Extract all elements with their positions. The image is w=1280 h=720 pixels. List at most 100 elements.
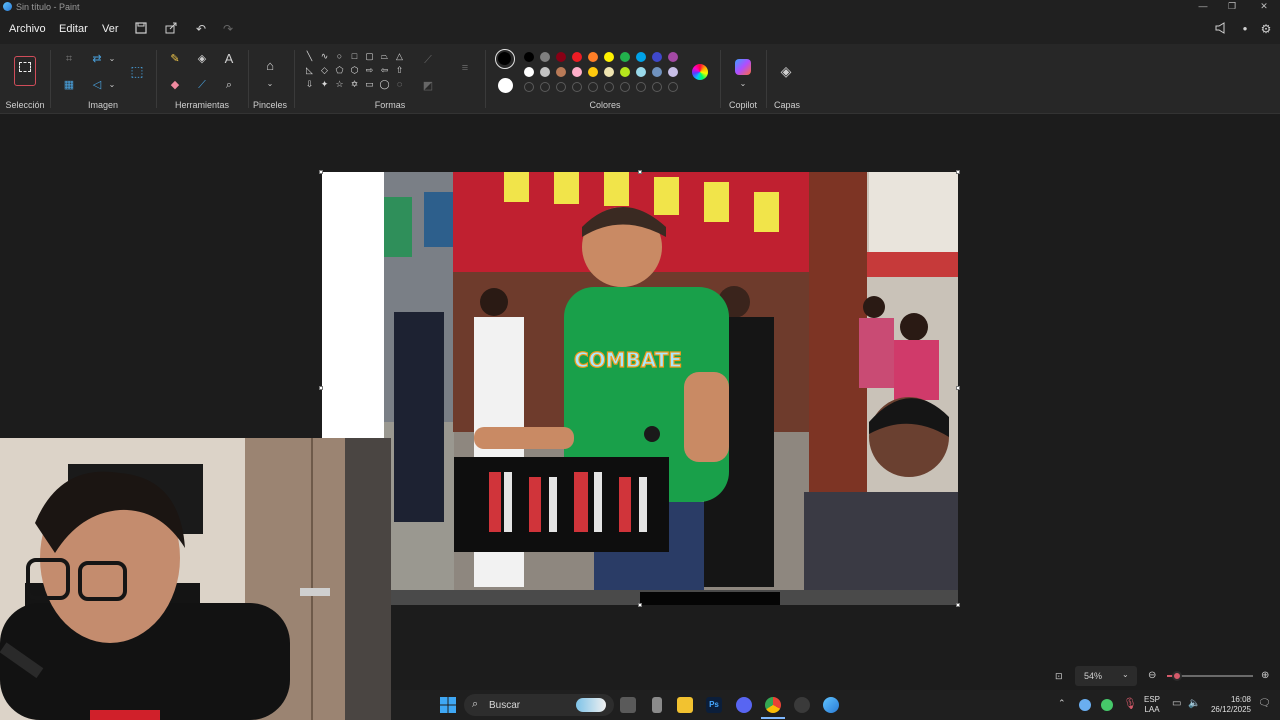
outline-icon[interactable]: ⟋ — [420, 52, 436, 68]
canvas-white-area[interactable] — [322, 172, 384, 438]
resize-handle-bottom-right[interactable] — [956, 603, 960, 607]
triangle-shape-icon[interactable]: △ — [394, 51, 405, 62]
undo-icon[interactable]: ↶ — [194, 22, 208, 36]
arrow-down-shape-icon[interactable]: ⇩ — [304, 79, 315, 90]
custom-color-slot[interactable] — [668, 82, 678, 92]
palette-color-swatch[interactable] — [540, 52, 550, 62]
photoshop-icon[interactable]: Ps — [706, 697, 722, 713]
paint-taskbar-icon[interactable] — [823, 697, 839, 713]
eraser-icon[interactable]: ◆ — [167, 77, 183, 93]
custom-color-slot[interactable] — [556, 82, 566, 92]
chevron-down-icon[interactable]: ⌄ — [262, 76, 278, 92]
resize-handle-top-left[interactable] — [319, 170, 323, 174]
custom-color-slot[interactable] — [636, 82, 646, 92]
palette-color-swatch[interactable] — [540, 67, 550, 77]
color-picker-icon[interactable]: ⟋ — [194, 77, 210, 93]
fit-to-window-icon[interactable]: ⊡ — [1055, 671, 1063, 682]
menu-file[interactable]: Archivo — [9, 23, 46, 35]
fill-bucket-icon[interactable]: ◈ — [194, 51, 210, 67]
callout-cloud-shape-icon[interactable]: ◌ — [394, 79, 405, 90]
chevron-down-icon[interactable]: ⌄ — [104, 77, 120, 93]
image-select-icon[interactable]: ⬚ — [129, 63, 145, 79]
onedrive-icon[interactable] — [1079, 699, 1091, 711]
custom-color-slot[interactable] — [604, 82, 614, 92]
brush-icon[interactable]: ⌂ — [262, 58, 278, 74]
rounded-rectangle-shape-icon[interactable]: ▢ — [364, 51, 375, 62]
zoom-dropdown[interactable]: 54% ⌄ — [1075, 666, 1137, 686]
menu-view[interactable]: Ver — [102, 23, 119, 35]
six-point-star-shape-icon[interactable]: ✡ — [349, 79, 360, 90]
task-view-icon[interactable] — [620, 697, 636, 713]
chevron-down-icon[interactable]: ⌄ — [735, 76, 751, 92]
steam-icon[interactable] — [794, 697, 810, 713]
diamond-shape-icon[interactable]: ◇ — [319, 65, 330, 76]
palette-color-swatch[interactable] — [620, 52, 630, 62]
show-hidden-icons-icon[interactable]: ⌃ — [1058, 698, 1066, 709]
custom-color-slot[interactable] — [572, 82, 582, 92]
oval-shape-icon[interactable]: ○ — [334, 51, 345, 62]
minimize-button[interactable]: — — [1193, 1, 1213, 11]
custom-color-slot[interactable] — [540, 82, 550, 92]
maximize-button[interactable]: ❐ — [1222, 1, 1242, 12]
save-icon[interactable] — [134, 22, 148, 36]
selection-tool-button[interactable] — [14, 56, 36, 86]
arrow-up-shape-icon[interactable]: ⇧ — [394, 65, 405, 76]
microphone-icon[interactable]: 🎙 — [1123, 697, 1137, 710]
discord-icon[interactable] — [736, 697, 752, 713]
arrow-right-shape-icon[interactable]: ⇨ — [364, 65, 375, 76]
zoom-slider-track[interactable] — [1167, 671, 1253, 681]
language-indicator[interactable]: ESP LAA — [1143, 695, 1161, 715]
volume-icon[interactable]: 🔈 — [1188, 698, 1200, 709]
resize-handle-left[interactable] — [319, 386, 323, 390]
palette-color-swatch[interactable] — [556, 52, 566, 62]
menu-edit[interactable]: Editar — [59, 23, 88, 35]
resize-handle-bottom[interactable] — [638, 603, 642, 607]
custom-color-slot[interactable] — [652, 82, 662, 92]
text-tool-icon[interactable]: A — [221, 51, 237, 67]
palette-color-swatch[interactable] — [588, 67, 598, 77]
zoom-out-icon[interactable]: ⊖ — [1148, 670, 1156, 681]
pentagon-shape-icon[interactable]: ⬠ — [334, 65, 345, 76]
palette-color-swatch[interactable] — [652, 52, 662, 62]
crop-icon[interactable]: ⌗ — [61, 51, 77, 67]
palette-color-swatch[interactable] — [636, 52, 646, 62]
palette-color-swatch[interactable] — [524, 52, 534, 62]
palette-color-swatch[interactable] — [668, 52, 678, 62]
file-explorer-icon[interactable] — [677, 697, 693, 713]
line-shape-icon[interactable]: ╲ — [304, 51, 315, 62]
polygon-shape-icon[interactable]: ⏢ — [379, 51, 390, 62]
palette-color-swatch[interactable] — [572, 52, 582, 62]
hexagon-shape-icon[interactable]: ⬡ — [349, 65, 360, 76]
custom-color-slot[interactable] — [620, 82, 630, 92]
five-point-star-shape-icon[interactable]: ☆ — [334, 79, 345, 90]
custom-color-slot[interactable] — [588, 82, 598, 92]
resize-handle-top-right[interactable] — [956, 170, 960, 174]
palette-color-swatch[interactable] — [620, 67, 630, 77]
palette-color-swatch[interactable] — [572, 67, 582, 77]
palette-color-swatch[interactable] — [588, 52, 598, 62]
callout-rect-shape-icon[interactable]: ▭ — [364, 79, 375, 90]
chrome-icon[interactable] — [765, 697, 781, 713]
palette-color-swatch[interactable] — [652, 67, 662, 77]
right-triangle-shape-icon[interactable]: ◺ — [304, 65, 315, 76]
resize-handle-right[interactable] — [956, 386, 960, 390]
layers-icon[interactable]: ◈ — [778, 63, 794, 79]
windows-start-icon[interactable] — [440, 697, 456, 713]
pasted-image[interactable]: COMBATE — [384, 172, 958, 605]
chevron-down-icon[interactable]: ⌄ — [104, 51, 120, 67]
palette-color-swatch[interactable] — [668, 67, 678, 77]
palette-color-swatch[interactable] — [556, 67, 566, 77]
display-icon[interactable]: ▭ — [1172, 698, 1181, 709]
account-icon[interactable]: ● — [1238, 22, 1252, 36]
settings-gear-icon[interactable]: ⚙ — [1259, 22, 1273, 36]
share-icon[interactable] — [164, 22, 178, 36]
palette-color-swatch[interactable] — [604, 52, 614, 62]
usb-drive-icon[interactable] — [652, 697, 662, 713]
rectangle-shape-icon[interactable]: □ — [349, 51, 360, 62]
secondary-color-swatch[interactable] — [498, 78, 513, 93]
fill-icon[interactable]: ◩ — [420, 78, 436, 94]
network-tray-icon[interactable] — [1101, 699, 1113, 711]
size-icon[interactable]: ≡ — [457, 60, 473, 76]
feedback-icon[interactable] — [1214, 22, 1228, 36]
redo-icon[interactable]: ↷ — [221, 22, 235, 36]
